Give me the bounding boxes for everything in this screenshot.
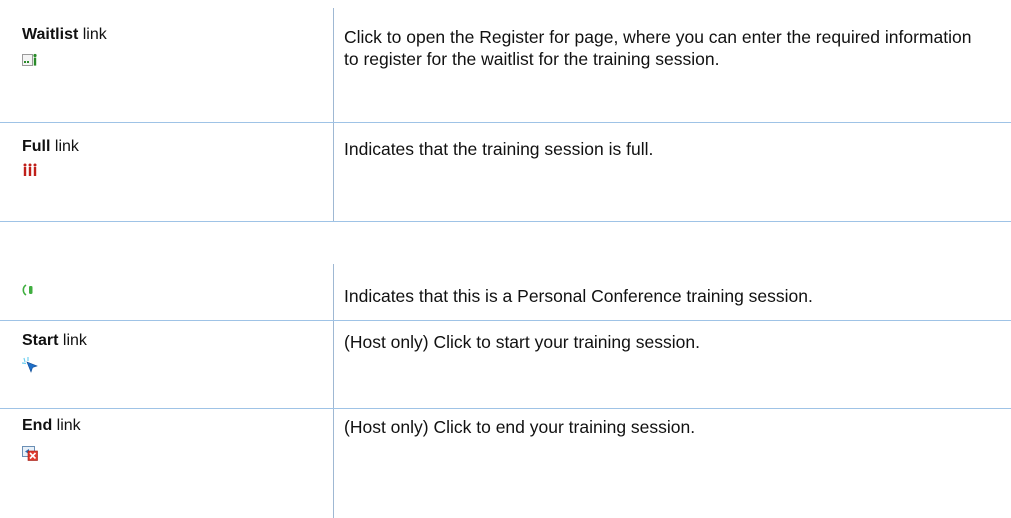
- table1-column-divider: [333, 8, 334, 221]
- personal-conference-icon: [22, 282, 38, 298]
- personal-conference-description: Indicates that this is a Personal Confer…: [344, 286, 813, 306]
- waitlist-icon: [22, 52, 38, 68]
- full-description: Indicates that the training session is f…: [344, 139, 654, 159]
- waitlist-term-suffix: link: [78, 26, 107, 43]
- waitlist-term-bold: Waitlist: [22, 26, 79, 43]
- full-term: Full link: [22, 136, 79, 158]
- start-term-bold: Start: [22, 332, 59, 349]
- end-description: (Host only) Click to end your training s…: [344, 417, 696, 437]
- table2-column-divider: [333, 264, 334, 518]
- full-term-bold: Full: [22, 138, 51, 155]
- start-term-suffix: link: [58, 332, 87, 349]
- full-session-icon: [22, 162, 38, 178]
- start-icon: [22, 357, 38, 373]
- waitlist-description: Click to open the Register for page, whe…: [344, 27, 972, 69]
- end-term: End link: [22, 415, 81, 437]
- row-divider: [0, 320, 1011, 321]
- row-divider: [0, 122, 1011, 123]
- start-term: Start link: [22, 330, 87, 352]
- end-term-bold: End: [22, 417, 53, 434]
- row-divider: [0, 221, 1011, 222]
- end-icon: [22, 445, 38, 461]
- row-divider: [0, 408, 1011, 409]
- end-term-suffix: link: [52, 417, 81, 434]
- full-term-suffix: link: [50, 138, 79, 155]
- waitlist-term: Waitlist link: [22, 24, 107, 46]
- start-description: (Host only) Click to start your training…: [344, 332, 700, 352]
